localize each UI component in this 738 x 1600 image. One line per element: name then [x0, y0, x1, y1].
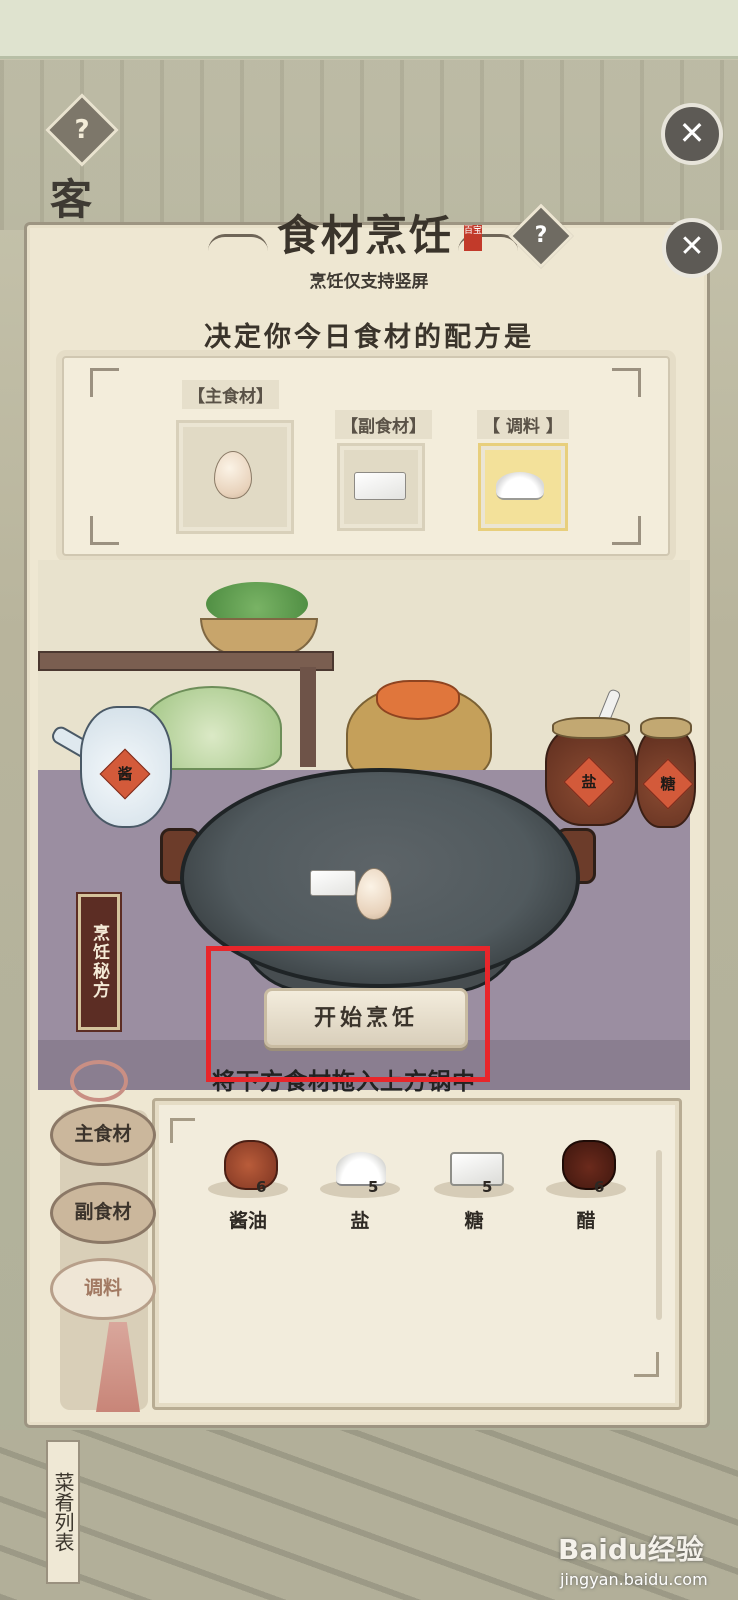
- seasoning-slot[interactable]: [478, 443, 568, 531]
- seasoning-label: 【 调料 】: [477, 410, 569, 439]
- jar-lid: [552, 717, 630, 739]
- side-ingredient-label: 【副食材】: [335, 410, 432, 439]
- tray-scrollbar[interactable]: [656, 1150, 662, 1320]
- vinegar-icon: [562, 1140, 616, 1190]
- corner-ornament: [634, 1352, 659, 1377]
- top-strip: [0, 0, 738, 59]
- jar-lid: [640, 717, 692, 739]
- shelf: [38, 651, 334, 671]
- ingredient-name: 醋: [576, 1210, 596, 1232]
- background-house: [0, 60, 738, 230]
- tab-seasoning[interactable]: 调料: [50, 1258, 156, 1320]
- ingredient-count: 6: [256, 1178, 267, 1196]
- main-ingredient-slot[interactable]: [176, 420, 294, 534]
- recipe-book-button[interactable]: 烹饪秘方: [78, 894, 120, 1030]
- soy-sauce-icon: [224, 1140, 278, 1190]
- ingredient-name: 糖: [464, 1210, 484, 1232]
- corner-ornament: [90, 368, 119, 397]
- orientation-note: 烹饪仅支持竖屏: [309, 272, 429, 292]
- main-ingredient-label: 【主食材】: [182, 380, 279, 409]
- side-ingredient-slot[interactable]: [337, 443, 425, 531]
- shelf-leg: [300, 667, 316, 767]
- knot-ornament-icon: [70, 1060, 128, 1102]
- ingredient-name: 酱油: [228, 1210, 267, 1232]
- panel-title: 食材烹饪: [276, 211, 453, 260]
- corner-ornament: [90, 516, 119, 545]
- salt-icon: [496, 472, 544, 500]
- tofu-icon: [354, 472, 406, 500]
- ingredient-count: 5: [368, 1178, 379, 1196]
- watermark-url: jingyan.baidu.com: [560, 1570, 708, 1589]
- corner-ornament: [612, 516, 641, 545]
- salt-icon: [336, 1152, 386, 1186]
- dish-list-button[interactable]: 菜肴列表: [46, 1440, 80, 1584]
- ingredient-name: 盐: [350, 1210, 370, 1232]
- ingredient-count: 6: [594, 1178, 605, 1196]
- recipe-heading: 决定你今日食材的配方是: [204, 322, 534, 353]
- highlight-annotation: [206, 946, 490, 1082]
- egg-icon: [356, 868, 392, 920]
- watermark: Baidu经验: [558, 1533, 704, 1566]
- carrot-icon: [376, 680, 460, 720]
- tofu-icon: [310, 870, 356, 896]
- tab-side-ingredient[interactable]: 副食材: [50, 1182, 156, 1244]
- tab-main-ingredient[interactable]: 主食材: [50, 1104, 156, 1166]
- background-close-icon[interactable]: ✕: [661, 103, 723, 165]
- seal-stamp-icon: 百宝: [464, 225, 482, 251]
- corner-ornament: [170, 1118, 195, 1143]
- corner-ornament: [612, 368, 641, 397]
- egg-icon: [214, 451, 252, 499]
- ingredient-count: 5: [482, 1178, 493, 1196]
- sugar-icon: [450, 1152, 504, 1186]
- guest-label: 客: [50, 175, 93, 224]
